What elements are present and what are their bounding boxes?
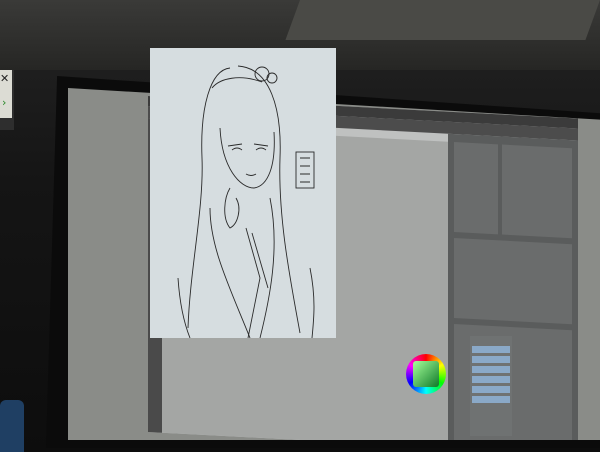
layer-row bbox=[472, 356, 510, 363]
tool-panel bbox=[454, 142, 498, 235]
right-panels bbox=[448, 133, 578, 440]
layer-row bbox=[472, 366, 510, 373]
layer-row bbox=[472, 376, 510, 383]
line-art-drawing bbox=[177, 65, 315, 338]
sign-arrow-icon: › bbox=[2, 96, 7, 109]
color-square bbox=[413, 361, 439, 387]
layer-row bbox=[472, 396, 510, 403]
sign-mark: ✕ bbox=[0, 72, 10, 85]
audience-person bbox=[0, 400, 24, 452]
tool-property-panel bbox=[454, 238, 572, 325]
subtool-panel bbox=[502, 144, 572, 239]
layer-row bbox=[472, 346, 510, 353]
layer-row bbox=[472, 386, 510, 393]
ceiling-beam bbox=[285, 0, 600, 40]
